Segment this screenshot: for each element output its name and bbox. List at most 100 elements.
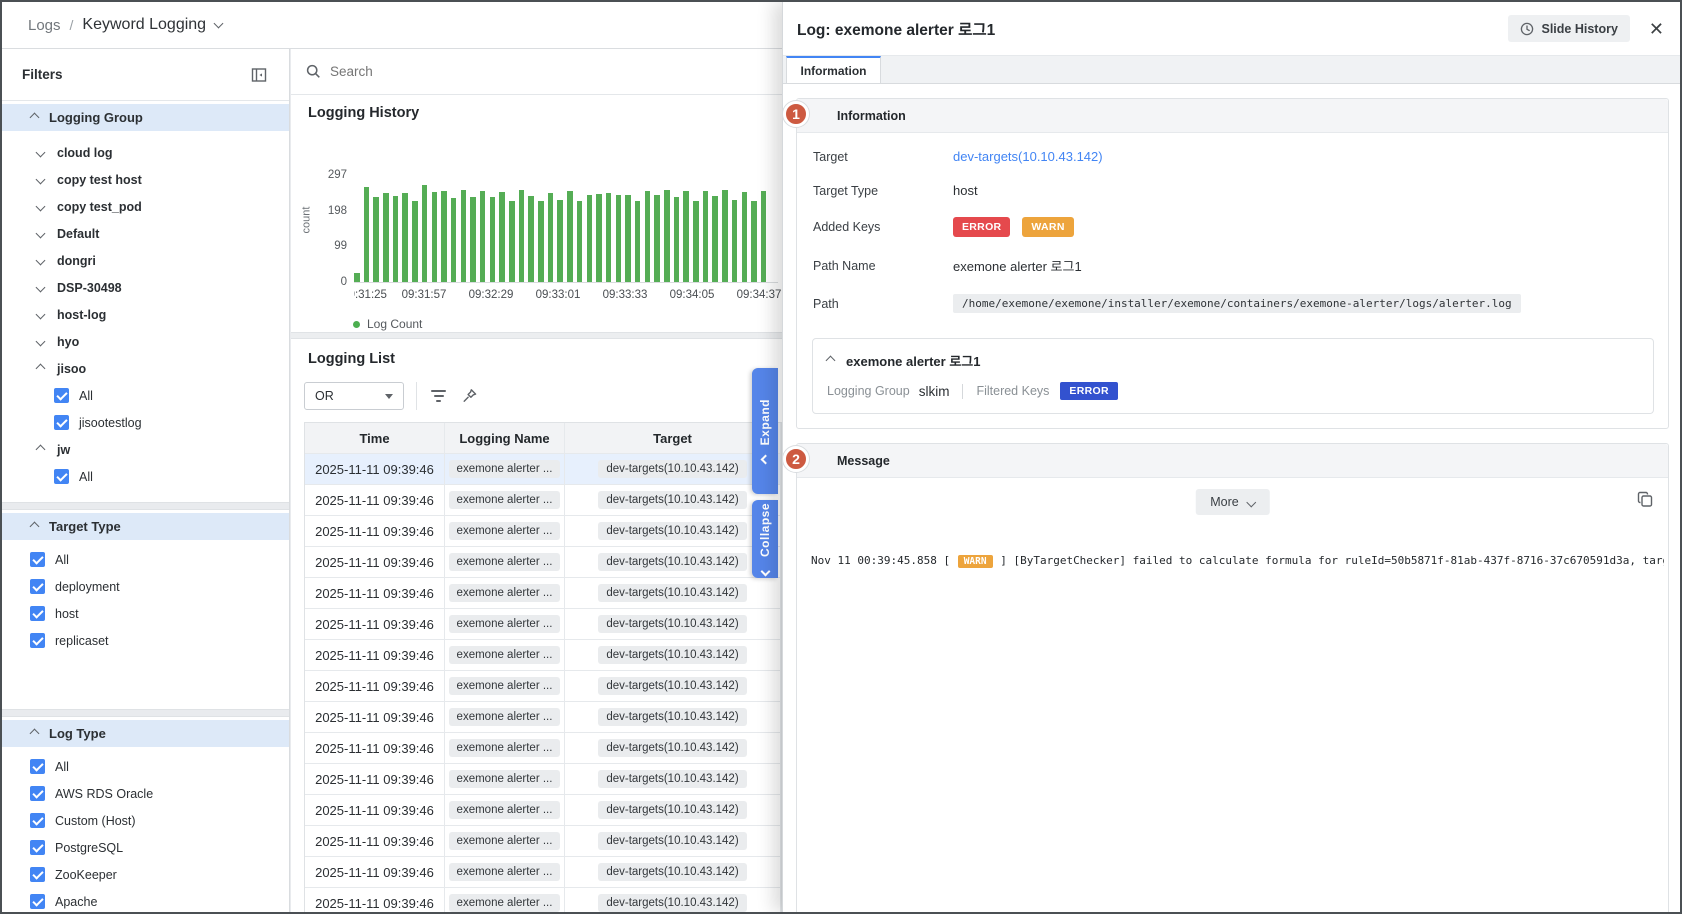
filter-icon[interactable]: [431, 390, 446, 402]
table-row[interactable]: 2025-11-11 09:39:46exemone alerter ...de…: [305, 733, 781, 764]
expand-button[interactable]: Expand: [752, 368, 778, 494]
chart-legend[interactable]: Log Count: [353, 317, 422, 331]
slide-history-label: Slide History: [1541, 22, 1617, 36]
filter-option[interactable]: ZooKeeper: [2, 861, 289, 888]
table-row[interactable]: 2025-11-11 09:39:46exemone alerter ...de…: [305, 516, 781, 547]
section-divider: [2, 502, 289, 510]
filter-option[interactable]: All: [2, 546, 289, 573]
table-row[interactable]: 2025-11-11 09:39:46exemone alerter ...de…: [305, 826, 781, 857]
checkbox-checked-icon[interactable]: [54, 469, 69, 484]
field-target: Target dev-targets(10.10.43.142): [813, 149, 1668, 164]
logging-group-item[interactable]: copy test_pod: [2, 193, 289, 220]
filter-option[interactable]: Apache: [2, 888, 289, 914]
checkbox-checked-icon[interactable]: [30, 606, 45, 621]
message-body: More Nov 11 00:39:45.858 [ WARN ] [ByTar…: [797, 478, 1668, 914]
filter-option[interactable]: AWS RDS Oracle: [2, 780, 289, 807]
log-message-line[interactable]: Nov 11 00:39:45.858 [ WARN ] [ByTargetCh…: [811, 554, 1664, 568]
chart-bar: [596, 194, 602, 282]
logging-group-child[interactable]: All: [2, 382, 289, 409]
checkbox-checked-icon[interactable]: [54, 388, 69, 403]
checkbox-checked-icon[interactable]: [30, 813, 45, 828]
checkbox-checked-icon[interactable]: [30, 894, 45, 909]
table-row[interactable]: 2025-11-11 09:39:46exemone alerter ...de…: [305, 485, 781, 516]
checkbox-checked-icon[interactable]: [30, 786, 45, 801]
checkbox-checked-icon[interactable]: [30, 552, 45, 567]
checkbox-checked-icon[interactable]: [54, 415, 69, 430]
logging-group-item[interactable]: jisoo: [2, 355, 289, 382]
logging-group-item[interactable]: Default: [2, 220, 289, 247]
close-icon[interactable]: ✕: [1649, 20, 1664, 38]
filter-option[interactable]: deployment: [2, 573, 289, 600]
filter-option[interactable]: host: [2, 600, 289, 627]
table-row[interactable]: 2025-11-11 09:39:46exemone alerter ...de…: [305, 671, 781, 702]
search-bar[interactable]: [291, 49, 782, 95]
log-type-header[interactable]: Log Type: [2, 720, 289, 747]
group-box-header[interactable]: exemone alerter 로그1: [827, 351, 1639, 370]
table-row[interactable]: 2025-11-11 09:39:46exemone alerter ...de…: [305, 454, 781, 485]
logging-group-item[interactable]: dongri: [2, 247, 289, 274]
chart-bar: [548, 193, 554, 282]
pin-icon[interactable]: [462, 388, 478, 404]
filter-option[interactable]: PostgreSQL: [2, 834, 289, 861]
logging-group-item[interactable]: cloud log: [2, 139, 289, 166]
field-label: Added Keys: [813, 220, 953, 234]
target-type-header[interactable]: Target Type: [2, 513, 289, 540]
logging-group-child[interactable]: jisootestlog: [2, 409, 289, 436]
logging-group-item[interactable]: DSP-30498: [2, 274, 289, 301]
row-logging-name: exemone alerter ...: [449, 739, 561, 757]
table-row[interactable]: 2025-11-11 09:39:46exemone alerter ...de…: [305, 888, 781, 912]
table-row[interactable]: 2025-11-11 09:39:46exemone alerter ...de…: [305, 764, 781, 795]
logging-group-item[interactable]: hyo: [2, 328, 289, 355]
table-row[interactable]: 2025-11-11 09:39:46exemone alerter ...de…: [305, 857, 781, 888]
table-row[interactable]: 2025-11-11 09:39:46exemone alerter ...de…: [305, 795, 781, 826]
y-tick: 297: [297, 169, 347, 181]
column-header-target[interactable]: Target: [565, 423, 781, 453]
chart-bar: [441, 191, 447, 282]
logging-group-item[interactable]: copy test host: [2, 166, 289, 193]
collapse-button[interactable]: Collapse: [752, 500, 778, 578]
table-row[interactable]: 2025-11-11 09:39:46exemone alerter ...de…: [305, 609, 781, 640]
operator-select[interactable]: OR: [304, 382, 404, 410]
breadcrumb-root[interactable]: Logs: [28, 17, 61, 34]
breadcrumb-current[interactable]: Keyword Logging: [82, 16, 206, 34]
table-row[interactable]: 2025-11-11 09:39:46exemone alerter ...de…: [305, 702, 781, 733]
logging-group-child[interactable]: All: [2, 463, 289, 490]
logging-group-header[interactable]: Logging Group: [2, 104, 289, 131]
chart-bar: [509, 201, 515, 282]
table-row[interactable]: 2025-11-11 09:39:46exemone alerter ...de…: [305, 640, 781, 671]
more-button[interactable]: More: [1195, 489, 1269, 515]
row-logging-name: exemone alerter ...: [449, 894, 561, 912]
slide-history-button[interactable]: Slide History: [1508, 15, 1629, 42]
checkbox-checked-icon[interactable]: [30, 840, 45, 855]
checkbox-checked-icon[interactable]: [30, 579, 45, 594]
row-time: 2025-11-11 09:39:46: [315, 555, 434, 570]
table-row[interactable]: 2025-11-11 09:39:46exemone alerter ...de…: [305, 547, 781, 578]
checkbox-checked-icon[interactable]: [30, 867, 45, 882]
legend-label: Log Count: [367, 317, 422, 331]
logging-group-item-label: copy test_pod: [57, 200, 142, 214]
chevron-down-icon[interactable]: [214, 19, 224, 29]
logging-group-item[interactable]: host-log: [2, 301, 289, 328]
chart-bar: [567, 191, 573, 282]
filter-option[interactable]: Custom (Host): [2, 807, 289, 834]
copy-icon[interactable]: [1637, 491, 1654, 508]
chevron-up-icon: [30, 522, 40, 532]
target-link[interactable]: dev-targets(10.10.43.142): [953, 149, 1103, 164]
checkbox-label: replicaset: [55, 634, 109, 648]
x-axis-ticks: 11 09:31:2509:31:5709:32:2909:33:0109:33…: [354, 289, 782, 305]
filter-option[interactable]: replicaset: [2, 627, 289, 654]
filter-option[interactable]: All: [2, 753, 289, 780]
tab-information[interactable]: Information: [786, 56, 881, 83]
row-logging-name: exemone alerter ...: [449, 491, 561, 509]
checkbox-checked-icon[interactable]: [30, 633, 45, 648]
logging-group-item[interactable]: jw: [2, 436, 289, 463]
table-row[interactable]: 2025-11-11 09:39:46exemone alerter ...de…: [305, 578, 781, 609]
chevron-down-icon: [36, 283, 46, 293]
column-header-time[interactable]: Time: [305, 423, 445, 453]
row-time: 2025-11-11 09:39:46: [315, 648, 434, 663]
search-input[interactable]: [330, 64, 630, 79]
checkbox-checked-icon[interactable]: [30, 759, 45, 774]
collapse-sidebar-icon[interactable]: [251, 67, 267, 83]
column-header-name[interactable]: Logging Name: [445, 423, 565, 453]
field-path: Path /home/exemone/exemone/installer/exe…: [813, 294, 1668, 313]
